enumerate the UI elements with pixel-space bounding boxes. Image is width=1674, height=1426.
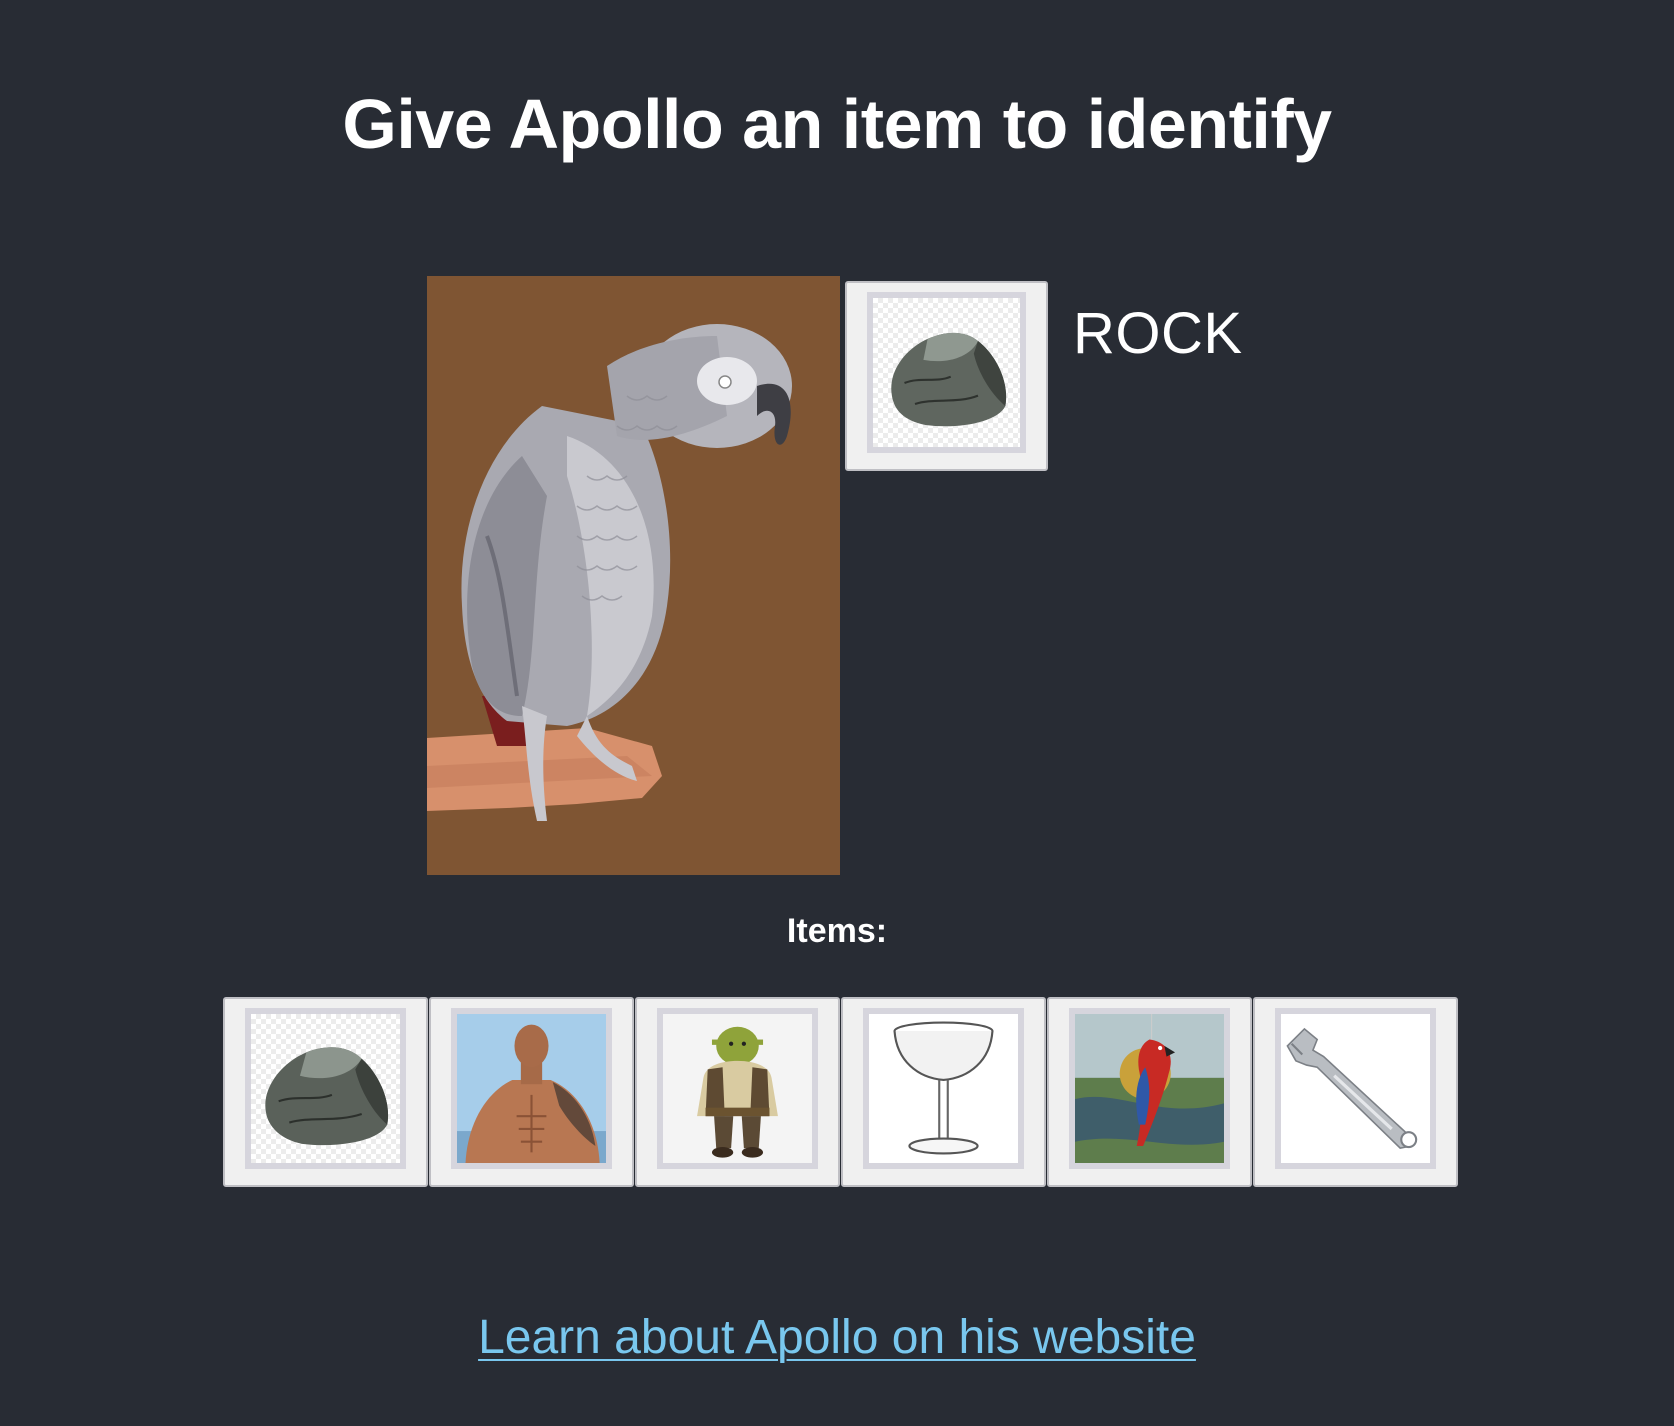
item-image	[245, 1008, 406, 1169]
page: Give Apollo an item to identify ROCK Ite…	[0, 0, 1674, 1426]
item-ogre[interactable]	[635, 997, 840, 1187]
item-wrench[interactable]	[1253, 997, 1458, 1187]
selected-item-image	[867, 292, 1026, 453]
page-title: Give Apollo an item to identify	[342, 85, 1332, 163]
item-image	[451, 1008, 612, 1169]
items-list	[223, 997, 1458, 1187]
selected-item-card	[845, 281, 1048, 471]
item-man[interactable]	[429, 997, 634, 1187]
website-link-container: Learn about Apollo on his website	[0, 1310, 1674, 1365]
parrot-icon	[427, 324, 792, 821]
rock-icon	[265, 1047, 389, 1146]
item-image	[657, 1008, 818, 1169]
cocktail-glass-icon	[893, 1021, 994, 1155]
apollo-website-link[interactable]: Learn about Apollo on his website	[478, 1311, 1196, 1364]
item-image	[863, 1008, 1024, 1169]
ogre-character-icon	[697, 1026, 778, 1158]
item-image	[1275, 1008, 1436, 1169]
stained-glass-parrot-icon	[1075, 1014, 1224, 1163]
wrench-icon	[1286, 1027, 1418, 1149]
item-glass[interactable]	[841, 997, 1046, 1187]
item-rock[interactable]	[223, 997, 428, 1187]
parrot-image	[427, 276, 840, 875]
item-image	[1069, 1008, 1230, 1169]
items-heading: Items:	[786, 912, 888, 950]
rock-icon	[891, 332, 1007, 427]
selected-item-label: ROCK	[1073, 301, 1243, 366]
muscular-man-photo	[457, 1024, 606, 1163]
item-stained-glass-parrot[interactable]	[1047, 997, 1252, 1187]
